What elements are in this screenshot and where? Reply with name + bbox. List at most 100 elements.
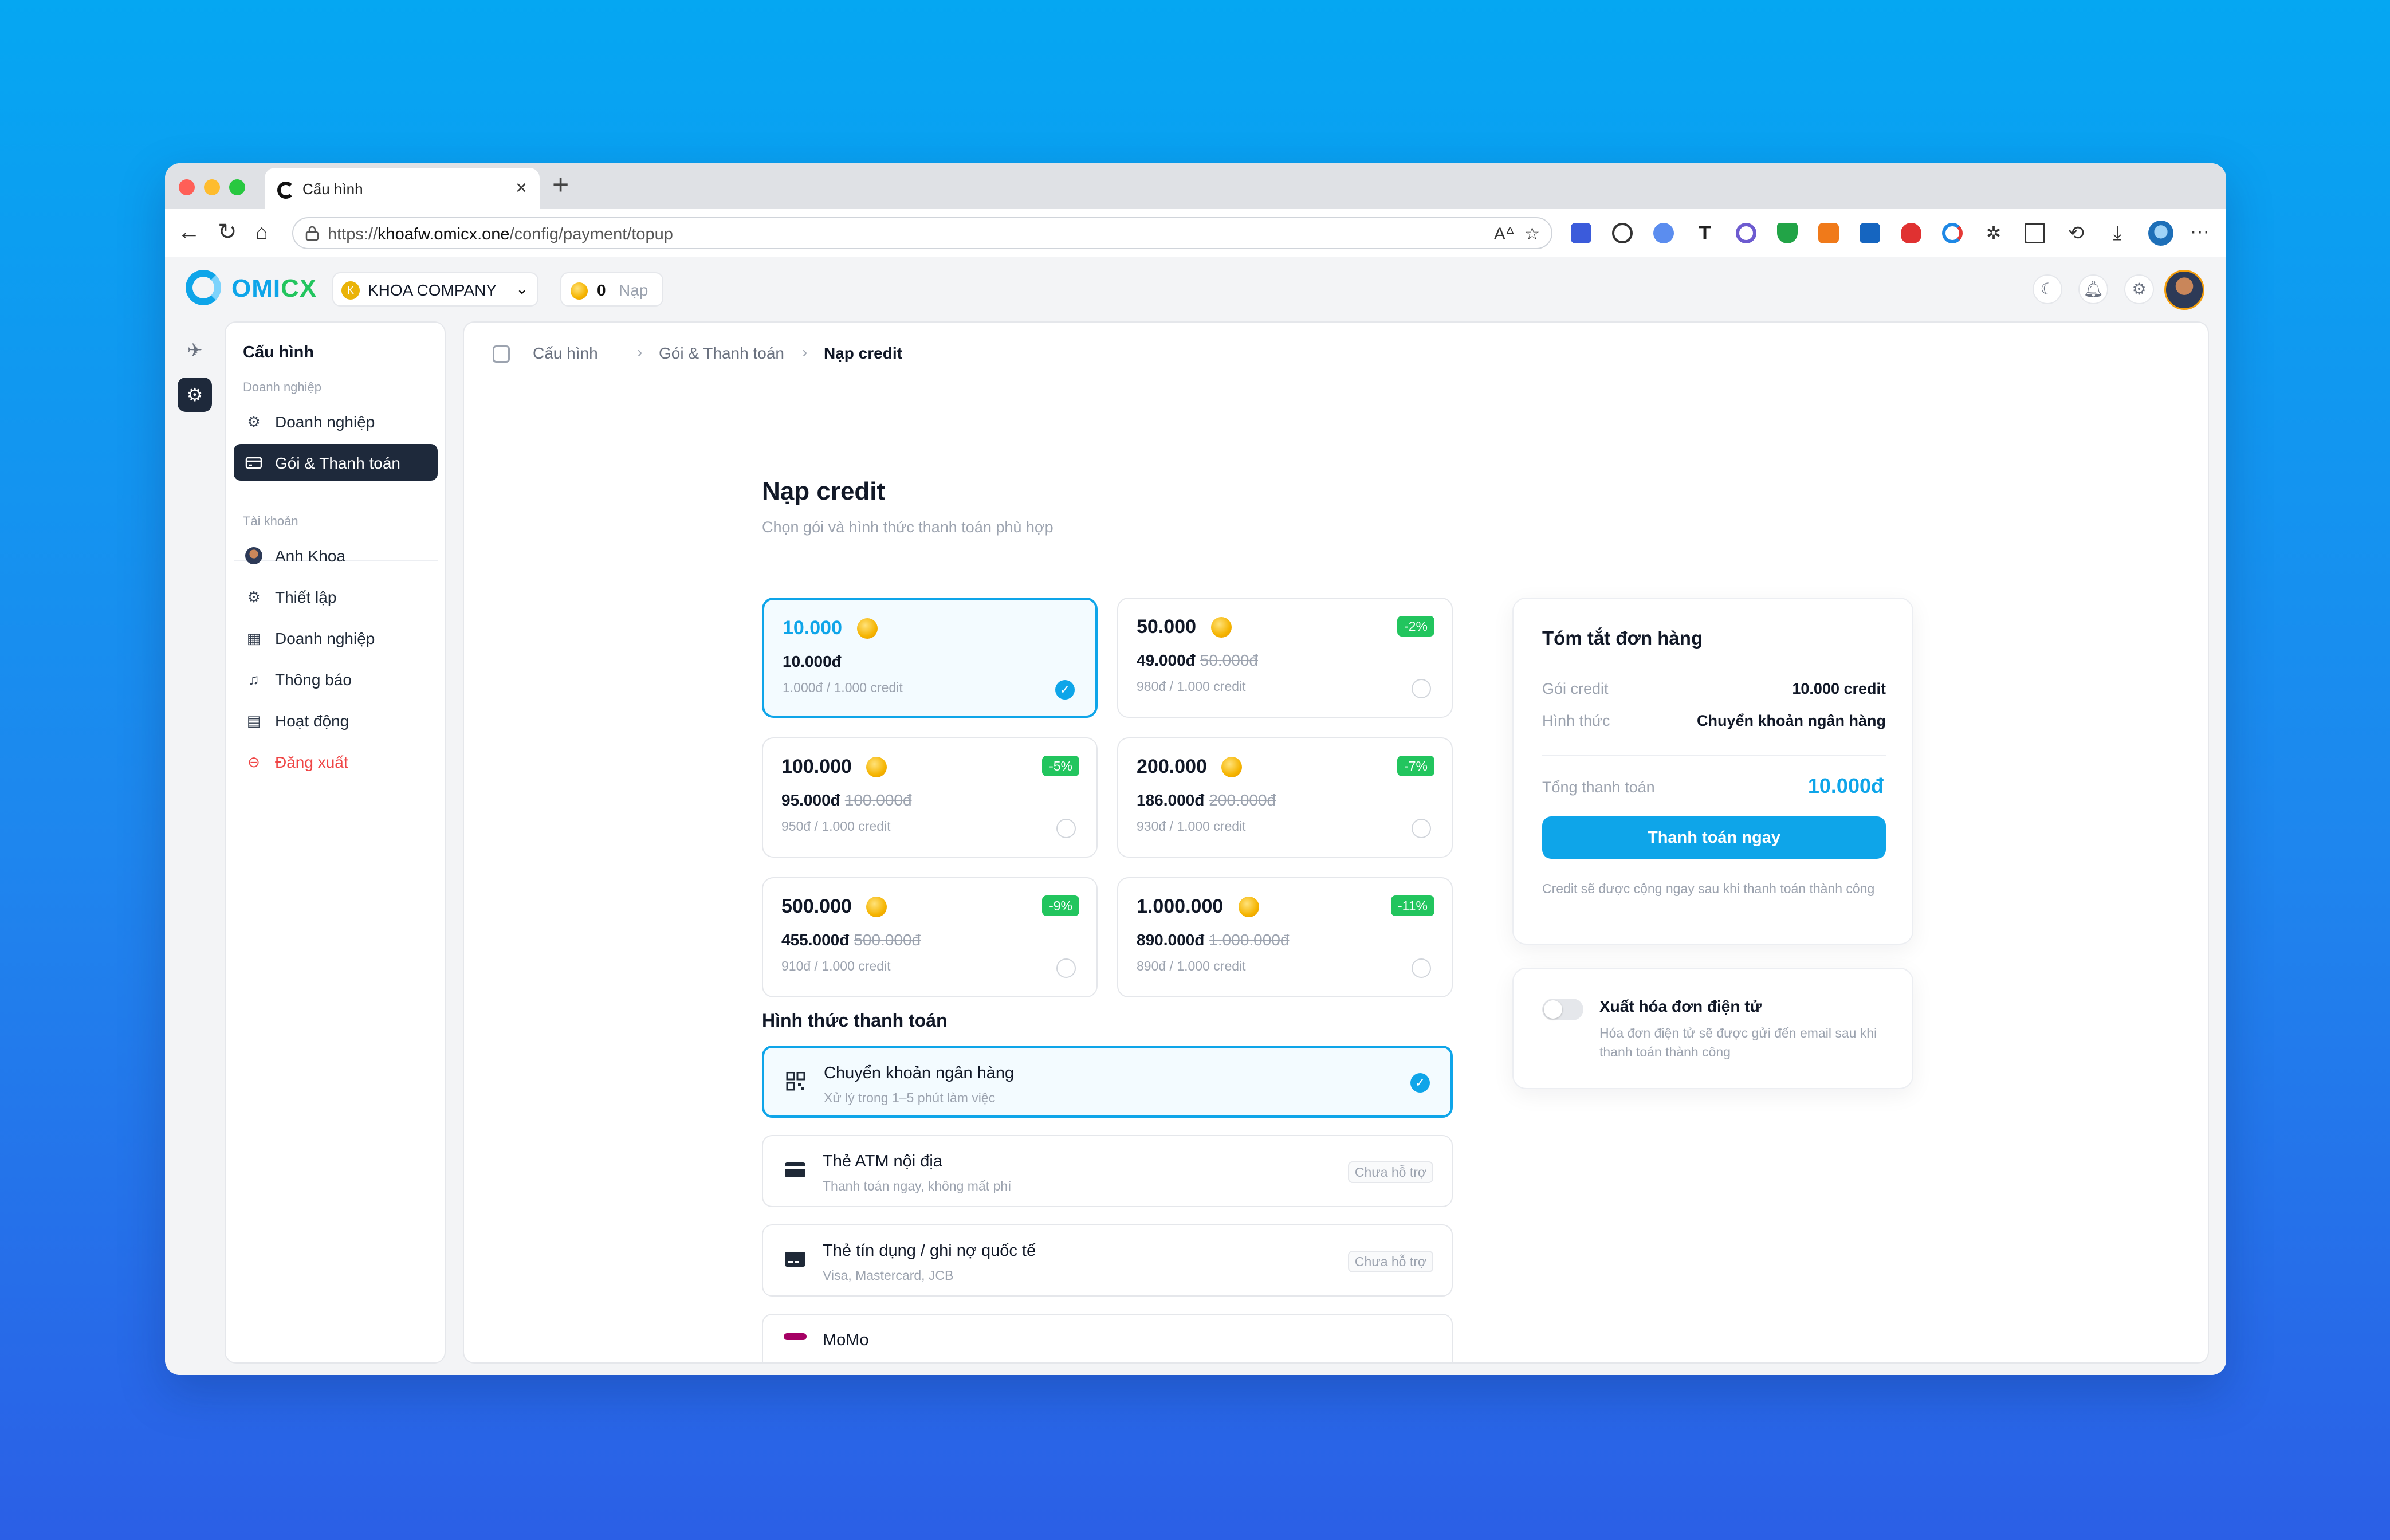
- package-unit-price: 890đ / 1.000 credit: [1137, 958, 1246, 973]
- omicx-logo-icon: [186, 270, 221, 305]
- app-root: OMICX K KHOA COMPANY ⌄ 0 Nạp ☾ 🔔︎ ⚙ ✈ ⚙ …: [165, 257, 2226, 1375]
- e-invoice-toggle[interactable]: [1542, 999, 1583, 1020]
- discount-badge: -5%: [1042, 756, 1079, 776]
- package-card[interactable]: 50.000 -2% 49.000đ 50.000đ 980đ / 1.000 c…: [1117, 598, 1453, 718]
- settings-sidebar: Cấu hình Doanh nghiệp ⚙ Doanh nghiệp Gói…: [225, 321, 446, 1364]
- browser-tab[interactable]: Cấu hình ×: [265, 168, 540, 209]
- payment-method-credit-card[interactable]: Thẻ tín dụng / ghi nợ quốc tế Visa, Mast…: [762, 1224, 1453, 1297]
- home-icon[interactable]: ⌂: [255, 221, 268, 243]
- chevron-right-icon: ›: [637, 343, 643, 361]
- sidebar-item-company[interactable]: ▦ Doanh nghiệp: [234, 619, 438, 656]
- package-unit-price: 930đ / 1.000 credit: [1137, 819, 1246, 834]
- minimize-window-button[interactable]: [204, 179, 220, 195]
- settings-gear-icon[interactable]: ⚙: [178, 378, 212, 412]
- sidebar-item-notifications[interactable]: ♫ Thông báo: [234, 661, 438, 697]
- building-icon: ▦: [246, 630, 261, 647]
- clock-extension-icon[interactable]: [1612, 223, 1633, 243]
- sidebar-item-settings[interactable]: ⚙ Thiết lập: [234, 578, 438, 615]
- close-window-button[interactable]: [179, 179, 195, 195]
- close-tab-icon[interactable]: ×: [516, 177, 527, 199]
- dark-mode-moon-icon[interactable]: ☾: [2033, 274, 2062, 304]
- profile-avatar-icon[interactable]: [2148, 221, 2173, 246]
- app-rail: ✈ ⚙: [165, 321, 222, 1375]
- security-extension-icon[interactable]: [1901, 223, 1921, 243]
- gear-icon: ⚙: [247, 588, 261, 606]
- layout-panel-icon[interactable]: [493, 345, 510, 363]
- toggle-knob: [1544, 1000, 1562, 1019]
- extension-icon[interactable]: [1571, 223, 1591, 243]
- address-bar[interactable]: https://khoafw.omicx.one/config/payment/…: [292, 217, 1552, 249]
- reload-icon[interactable]: ↻: [218, 221, 237, 243]
- payment-method-bank-transfer[interactable]: Chuyển khoản ngân hàng Xử lý trong 1–5 p…: [762, 1046, 1453, 1118]
- credit-balance-button[interactable]: 0 Nạp: [560, 272, 663, 307]
- download-icon[interactable]: ⤓: [2107, 223, 2128, 243]
- payment-method-desc: Xử lý trong 1–5 phút làm việc: [824, 1090, 996, 1105]
- payment-method-name: Chuyển khoản ngân hàng: [824, 1064, 1015, 1082]
- qr-icon: [786, 1072, 805, 1091]
- pay-now-button[interactable]: Thanh toán ngay: [1542, 816, 1886, 859]
- read-aloud-icon[interactable]: Aᐞ: [1494, 224, 1515, 244]
- company-switcher[interactable]: K KHOA COMPANY ⌄: [332, 272, 538, 307]
- logo-text: OMICX: [231, 274, 317, 302]
- chevron-right-icon: ›: [802, 343, 808, 361]
- split-screen-icon[interactable]: [2025, 223, 2045, 243]
- package-card[interactable]: 10.000 10.000đ 1.000đ / 1.000 credit ✓: [762, 598, 1098, 718]
- breadcrumb-current: Nạp credit: [824, 344, 902, 362]
- coin-icon: [866, 897, 887, 917]
- package-card[interactable]: 500.000 -9% 455.000đ 500.000đ 910đ / 1.00…: [762, 877, 1098, 997]
- unsupported-badge: Chưa hỗ trợ: [1347, 1161, 1433, 1183]
- history-icon[interactable]: ⟲: [2066, 223, 2086, 243]
- card-icon: [785, 1162, 805, 1177]
- notification-bell-icon[interactable]: 🔔︎: [2078, 274, 2108, 304]
- summary-note: Credit sẽ được cộng ngay sau khi thanh t…: [1542, 881, 1875, 896]
- text-extension-icon[interactable]: T: [1695, 223, 1715, 243]
- browser-toolbar: ← ↻ ⌂ https://khoafw.omicx.one/config/pa…: [165, 209, 2226, 257]
- metamask-extension-icon[interactable]: [1818, 223, 1839, 243]
- company-avatar: K: [341, 281, 360, 300]
- summary-label: Gói credit: [1542, 680, 1609, 697]
- record-extension-icon[interactable]: [1736, 223, 1756, 243]
- breadcrumb-item[interactable]: Cấu hình: [533, 344, 598, 363]
- browser-tabbar: Cấu hình × +: [165, 163, 2226, 209]
- sidebar-item-logout[interactable]: ⊖ Đăng xuất: [234, 743, 438, 780]
- settings-gear-icon[interactable]: ⚙: [2124, 274, 2154, 304]
- package-card[interactable]: 1.000.000 -11% 890.000đ 1.000.000đ 890đ /…: [1117, 877, 1453, 997]
- payment-method-name: Thẻ ATM nội địa: [823, 1152, 943, 1170]
- package-price: 49.000đ 50.000đ: [1137, 651, 1258, 669]
- payment-method-atm[interactable]: Thẻ ATM nội địa Thanh toán ngay, không m…: [762, 1135, 1453, 1207]
- more-menu-icon[interactable]: ···: [2189, 222, 2210, 243]
- user-avatar[interactable]: [2164, 270, 2204, 310]
- e-invoice-title: Xuất hóa đơn điện tử: [1599, 997, 1762, 1015]
- lock-icon: [305, 226, 319, 241]
- package-card[interactable]: 100.000 -5% 95.000đ 100.000đ 950đ / 1.000…: [762, 737, 1098, 858]
- discount-badge: -7%: [1397, 756, 1434, 776]
- company-name: KHOA COMPANY: [368, 281, 497, 299]
- breadcrumb-item[interactable]: Gói & Thanh toán: [659, 344, 784, 363]
- site-favicon-icon: [277, 182, 294, 199]
- logout-icon: ⊖: [247, 753, 260, 771]
- sidebar-item-billing[interactable]: Gói & Thanh toán: [234, 444, 438, 481]
- e-invoice-desc: Hóa đơn điện tử sẽ được gửi đến email sa…: [1599, 1026, 1877, 1059]
- summary-divider: [1542, 755, 1886, 756]
- shield-extension-icon[interactable]: [1777, 223, 1798, 243]
- chart-extension-icon[interactable]: [1860, 223, 1880, 243]
- coin-icon: [1211, 617, 1232, 638]
- sidebar-item-activity[interactable]: ▤ Hoạt động: [234, 702, 438, 738]
- puzzle-extensions-icon[interactable]: ✲: [1983, 223, 2004, 243]
- grammar-extension-icon[interactable]: [1942, 223, 1963, 243]
- radio-button: [1056, 958, 1076, 978]
- back-arrow-icon[interactable]: ←: [178, 221, 201, 243]
- payment-method-desc: Visa, Mastercard, JCB: [823, 1268, 954, 1283]
- bot-extension-icon[interactable]: [1653, 223, 1674, 243]
- package-card[interactable]: 200.000 -7% 186.000đ 200.000đ 930đ / 1.00…: [1117, 737, 1453, 858]
- sidebar-item-business[interactable]: ⚙ Doanh nghiệp: [234, 403, 438, 439]
- payment-method-momo[interactable]: MoMo: [762, 1314, 1453, 1362]
- new-tab-button[interactable]: +: [552, 168, 569, 201]
- zoom-window-button[interactable]: [229, 179, 245, 195]
- credit-card-icon: [785, 1252, 805, 1267]
- sidebar-item-profile[interactable]: Anh Khoa: [234, 537, 438, 573]
- e-invoice-card: Xuất hóa đơn điện tử Hóa đơn điện tử sẽ …: [1512, 968, 1913, 1089]
- favorite-star-icon[interactable]: ☆: [1524, 224, 1540, 244]
- rocket-icon[interactable]: ✈: [178, 333, 212, 367]
- app-header: OMICX K KHOA COMPANY ⌄ 0 Nạp ☾ 🔔︎ ⚙: [165, 257, 2226, 321]
